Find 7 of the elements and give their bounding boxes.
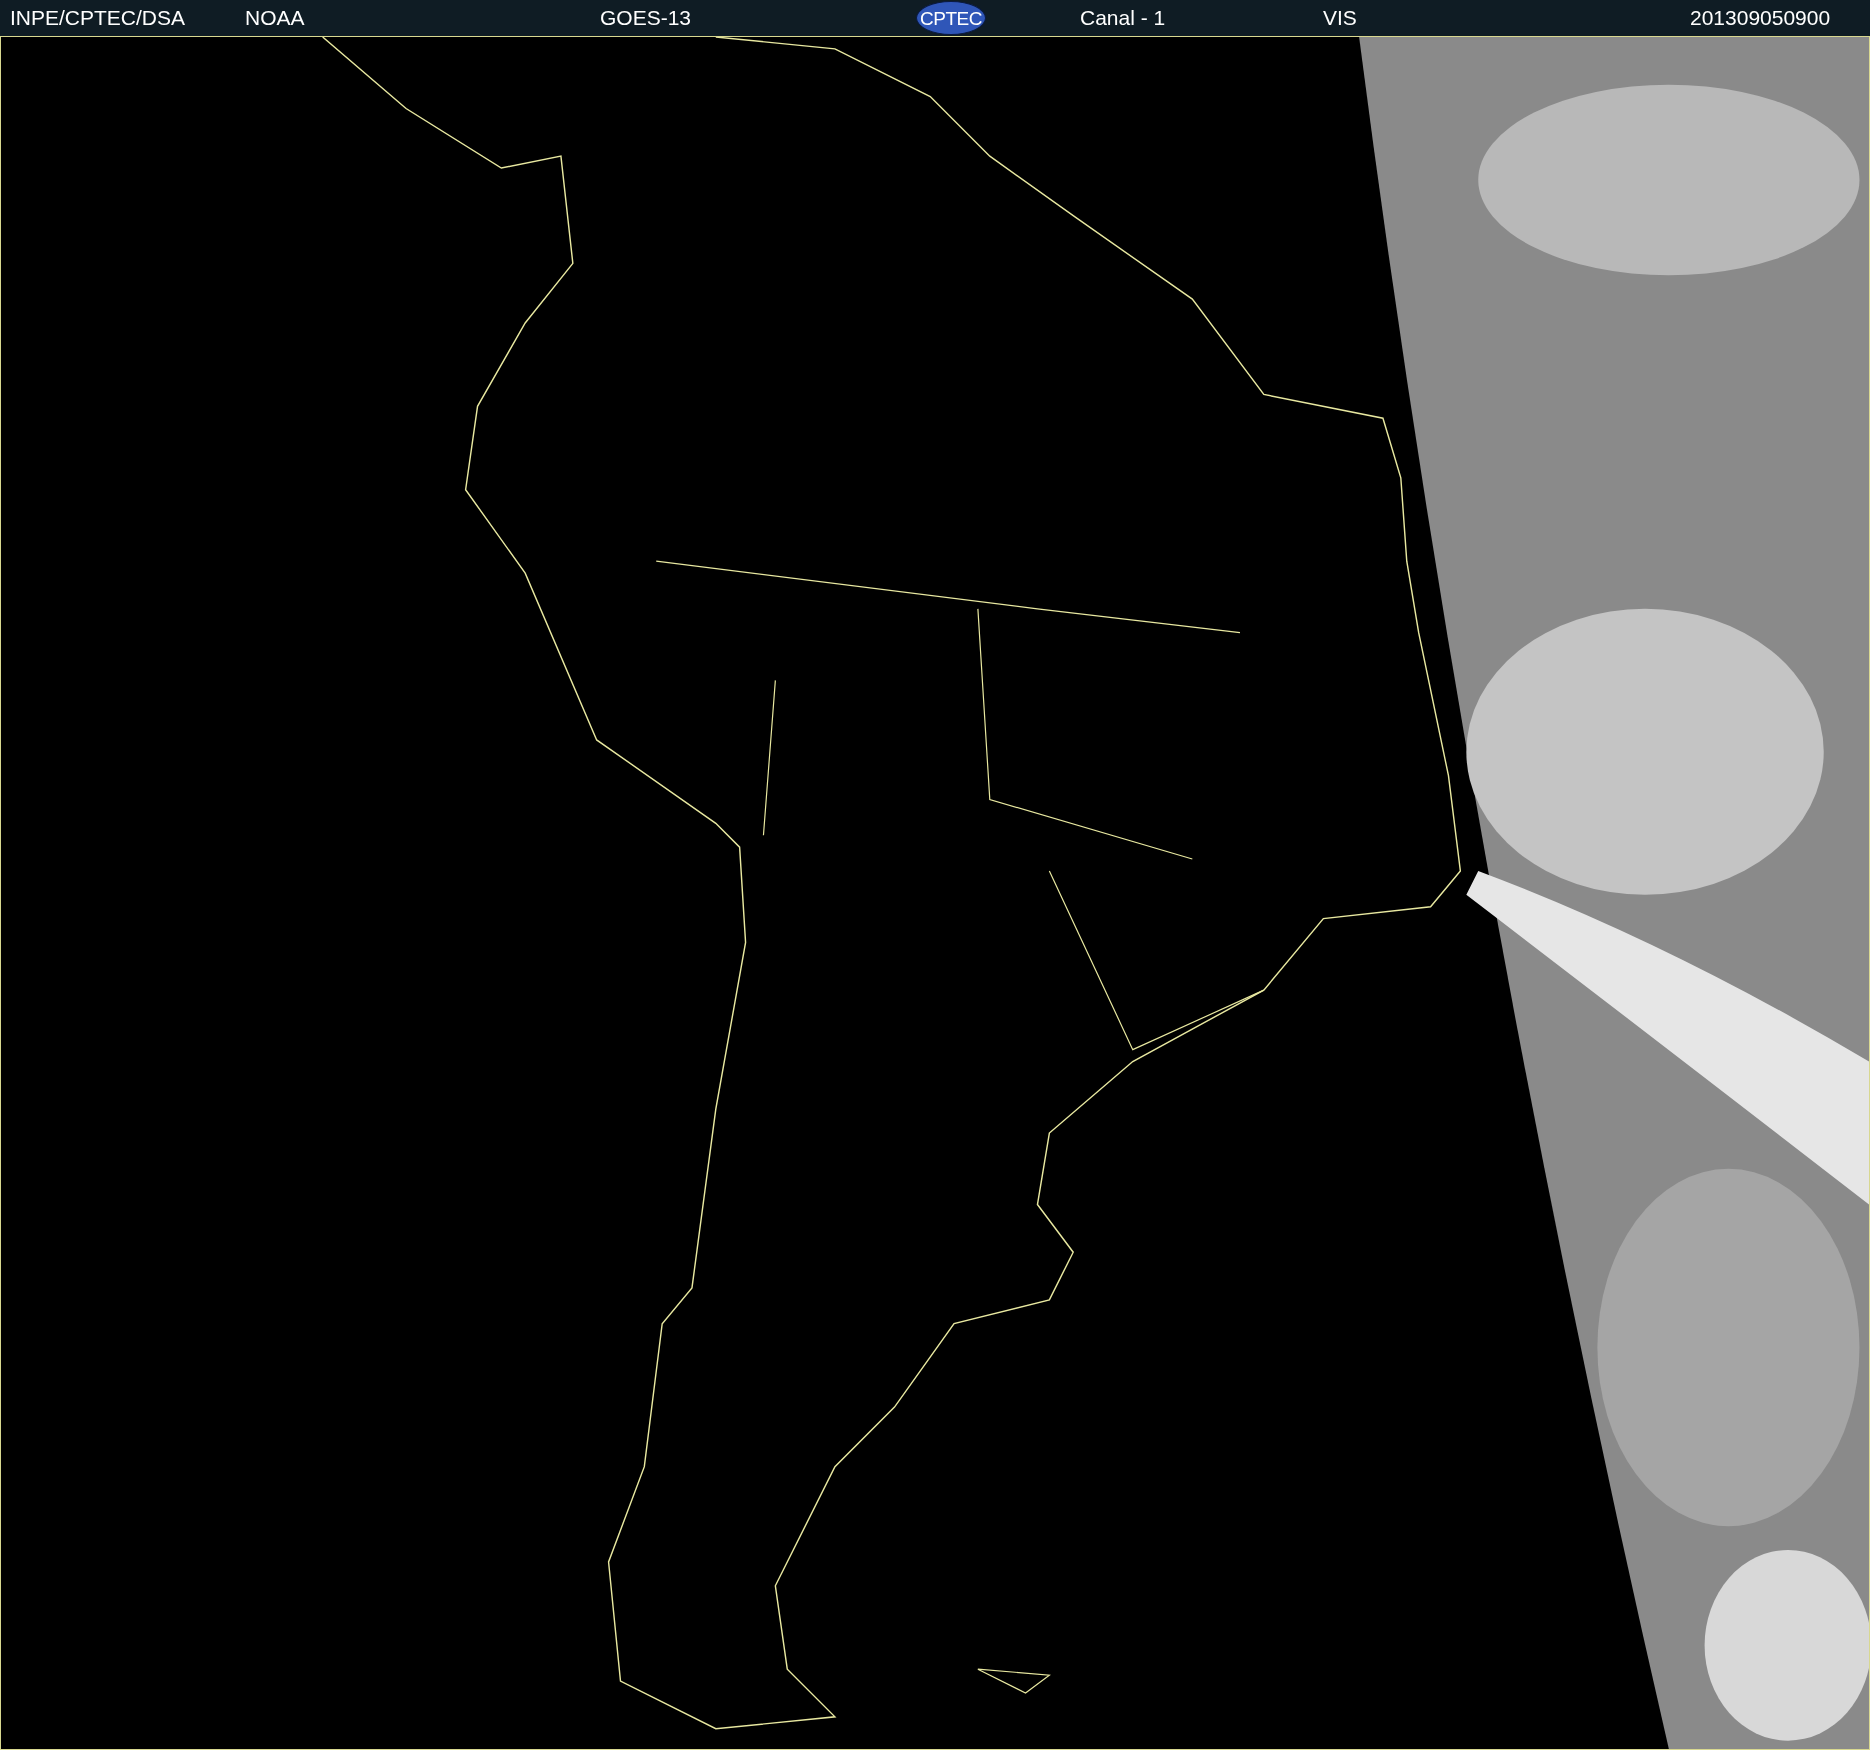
header-label: VIS bbox=[1323, 5, 1357, 32]
logo: CPTEC bbox=[916, 1, 986, 35]
header-label: NOAA bbox=[245, 5, 305, 32]
header-label: GOES-13 bbox=[600, 5, 692, 32]
header-label: INPE/CPTEC/DSA bbox=[10, 5, 186, 32]
header-label: 201309050900 bbox=[1690, 5, 1831, 32]
header-label: Canal - 1 bbox=[1080, 5, 1166, 32]
